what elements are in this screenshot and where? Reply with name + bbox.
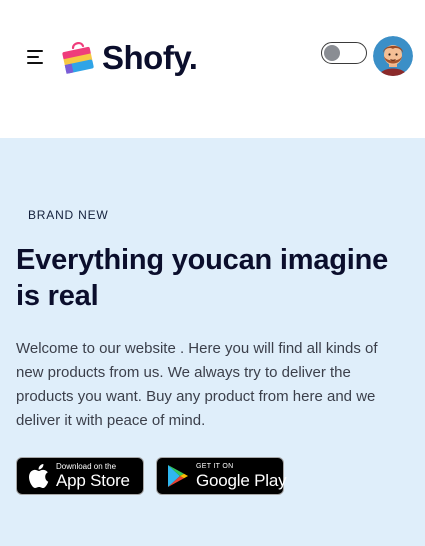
logo[interactable]: Shofy. bbox=[61, 38, 198, 78]
theme-toggle[interactable] bbox=[321, 42, 367, 64]
google-play-icon bbox=[168, 465, 188, 487]
hero-description: Welcome to our website . Here you will f… bbox=[16, 340, 378, 429]
app-store-button[interactable]: Download on the App Store bbox=[16, 457, 144, 495]
google-play-button[interactable]: GET IT ON Google Play bbox=[156, 457, 287, 495]
user-avatar-icon[interactable] bbox=[373, 36, 413, 76]
google-play-big-label: Google Play bbox=[196, 471, 287, 490]
hero-eyebrow: BRAND NEW bbox=[28, 208, 109, 222]
hero-title: Everything youcan imagine is real bbox=[16, 244, 389, 312]
hero-section: BRAND NEW Everything youcan imagine is r… bbox=[0, 138, 425, 546]
site-header: Shofy. bbox=[0, 0, 425, 138]
hamburger-menu-icon[interactable] bbox=[27, 50, 43, 64]
toggle-knob bbox=[324, 45, 340, 61]
google-play-small-label: GET IT ON bbox=[196, 463, 234, 470]
apple-icon bbox=[29, 464, 49, 489]
app-store-small-label: Download on the bbox=[56, 462, 117, 471]
logo-text: Shofy. bbox=[102, 39, 198, 76]
app-store-big-label: App Store bbox=[56, 471, 130, 490]
shopping-bag-logo-icon bbox=[62, 42, 94, 74]
